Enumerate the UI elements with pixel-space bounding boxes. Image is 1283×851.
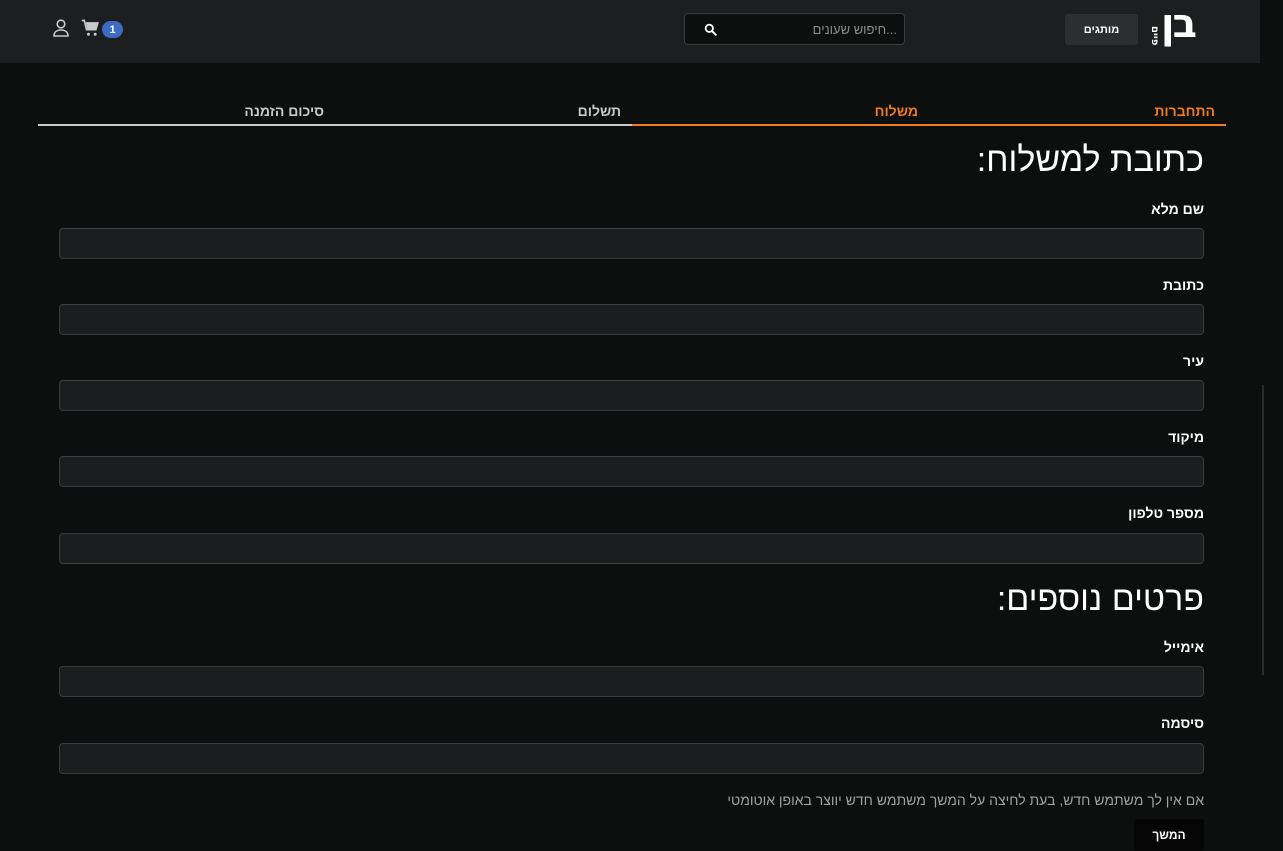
city-label: עיר <box>1183 353 1204 369</box>
search-icon[interactable] <box>704 23 717 36</box>
search-box[interactable] <box>684 13 905 45</box>
cart-icon[interactable] <box>81 18 101 38</box>
city-input[interactable] <box>59 380 1204 411</box>
full-name-input[interactable] <box>59 228 1204 259</box>
phone-label: מספר טלפון <box>1128 505 1204 521</box>
zip-label: מיקוד <box>1168 429 1204 445</box>
steps-progress-done <box>632 124 1226 126</box>
phone-input[interactable] <box>59 533 1204 564</box>
scrollbar-thumb[interactable] <box>1262 385 1264 675</box>
site-logo[interactable]: בן פיים <box>1145 1 1197 50</box>
shipping-title: כתובת למשלוח: <box>976 141 1204 179</box>
password-input[interactable] <box>59 743 1204 774</box>
full-name-label: שם מלא <box>1151 201 1204 217</box>
steps-progress-remaining <box>38 124 632 126</box>
brands-button[interactable]: מותגים <box>1065 14 1138 45</box>
user-icon[interactable] <box>53 19 69 37</box>
auto-account-note: אם אין לך משתמש חדש, בעת לחיצה על המשך מ… <box>727 792 1204 808</box>
step-payment[interactable]: תשלום <box>578 103 621 119</box>
zip-input[interactable] <box>59 456 1204 487</box>
site-header: בן פיים מותגים 1 <box>0 0 1260 63</box>
extra-details-title: פרטים נוספים: <box>996 580 1204 618</box>
continue-button[interactable]: המשך <box>1134 819 1204 851</box>
search-input[interactable] <box>725 14 897 44</box>
email-input[interactable] <box>59 666 1204 697</box>
checkout-steps: התחברות משלוח תשלום סיכום הזמנה <box>38 100 1226 126</box>
address-label: כתובת <box>1162 277 1204 293</box>
email-label: אימייל <box>1163 639 1204 655</box>
step-order-summary[interactable]: סיכום הזמנה <box>244 103 324 119</box>
cart-count-badge: 1 <box>102 21 123 38</box>
step-shipping[interactable]: משלוח <box>875 103 918 119</box>
address-input[interactable] <box>59 304 1204 335</box>
logo-main-text: בן <box>1160 1 1197 47</box>
password-label: סיסמה <box>1161 715 1204 731</box>
logo-sub-text: פיים <box>1149 26 1160 46</box>
step-login[interactable]: התחברות <box>1154 103 1215 119</box>
